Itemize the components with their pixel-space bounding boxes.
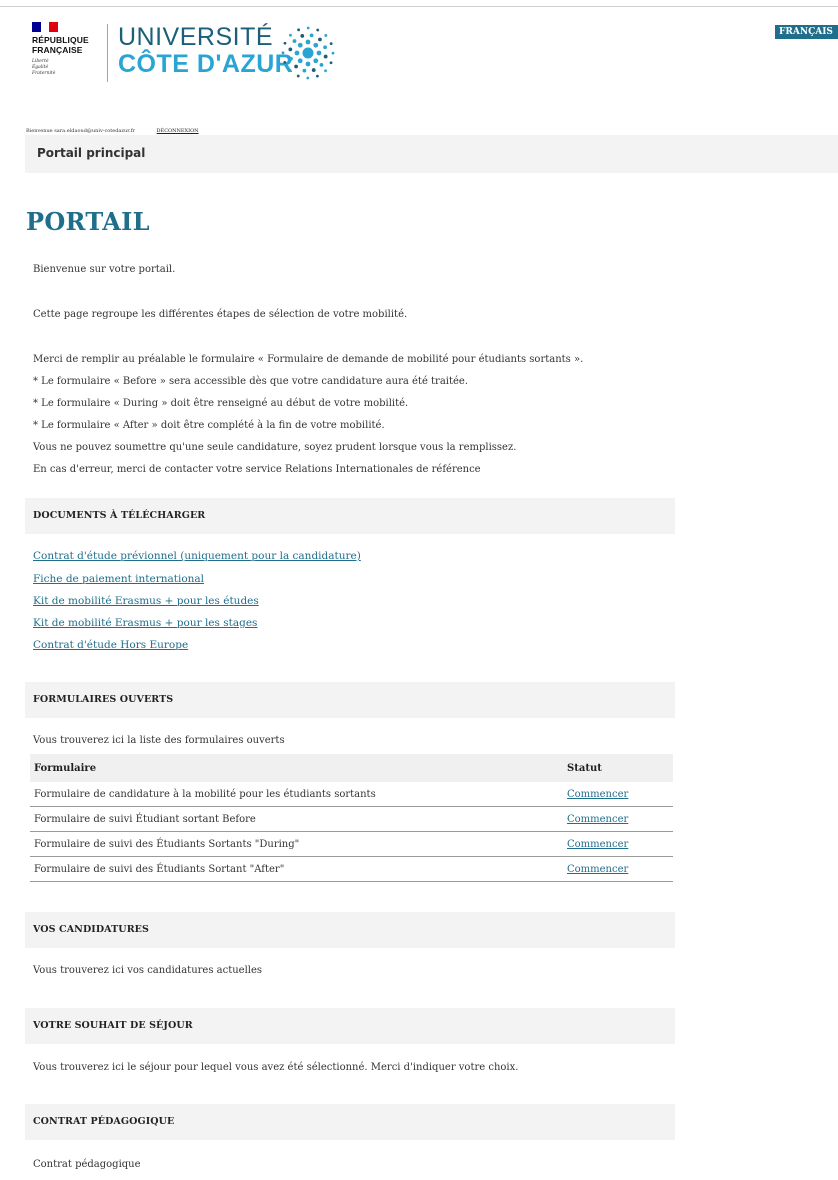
- user-bar: Bienvenue sara.eldaoud@univ-cotedazur.fr…: [26, 128, 199, 134]
- learning-agreement-heading: CONTRAT PÉDAGOGIQUE: [33, 1116, 175, 1127]
- form-name: Formulaire de suivi des Étudiants Sortan…: [30, 831, 563, 857]
- documents-section-header: DOCUMENTS À TÉLÉCHARGER: [25, 498, 675, 534]
- column-header-status: Statut: [563, 754, 673, 782]
- applications-heading: VOS CANDIDATURES: [33, 924, 149, 935]
- intro-description: Cette page regroupe les différentes étap…: [33, 309, 408, 320]
- intro-instruction: Vous ne pouvez soumettre qu'une seule ca…: [33, 442, 517, 453]
- start-form-link[interactable]: Commencer: [567, 839, 628, 850]
- language-selector[interactable]: FRANÇAIS: [775, 25, 838, 39]
- breadcrumb-current[interactable]: Portail principal: [37, 146, 145, 160]
- stay-wish-heading: VOTRE SOUHAIT DE SÉJOUR: [33, 1020, 193, 1031]
- french-flag-icon: [32, 22, 59, 32]
- form-name: Formulaire de suivi Étudiant sortant Bef…: [30, 806, 563, 832]
- dots-emblem-icon: [281, 26, 335, 80]
- document-link-contrat-previsionnel[interactable]: Contrat d'étude prévionnel (uniquement p…: [33, 550, 361, 562]
- table-row: Formulaire de suivi Étudiant sortant Bef…: [30, 806, 673, 832]
- applications-description: Vous trouverez ici vos candidatures actu…: [33, 965, 263, 976]
- stay-wish-description: Vous trouverez ici le séjour pour lequel…: [33, 1062, 519, 1073]
- learning-agreement-section-header: CONTRAT PÉDAGOGIQUE: [25, 1104, 675, 1140]
- intro-welcome: Bienvenue sur votre portail.: [33, 264, 176, 275]
- column-header-form: Formulaire: [30, 754, 563, 782]
- open-forms-table: Formulaire Statut Formulaire de candidat…: [30, 754, 673, 882]
- republique-motto: Liberté Égalité Fraternité: [32, 59, 56, 76]
- stay-wish-section-header: VOTRE SOUHAIT DE SÉJOUR: [25, 1008, 675, 1044]
- republique-francaise-logo: RÉPUBLIQUE FRANÇAISE Liberté Égalité Fra…: [32, 22, 112, 92]
- table-row: Formulaire de suivi des Étudiants Sortan…: [30, 831, 673, 857]
- intro-instruction: * Le formulaire « Before » sera accessib…: [33, 376, 469, 387]
- page-title: PORTAIL: [26, 207, 150, 236]
- open-forms-section-header: FORMULAIRES OUVERTS: [25, 682, 675, 718]
- form-name: Formulaire de suivi des Étudiants Sortan…: [30, 856, 563, 882]
- start-form-link[interactable]: Commencer: [567, 864, 628, 875]
- open-forms-heading: FORMULAIRES OUVERTS: [33, 694, 174, 705]
- document-link-hors-europe[interactable]: Contrat d'étude Hors Europe: [33, 639, 188, 651]
- welcome-user-text: Bienvenue sara.eldaoud@univ-cotedazur.fr: [26, 128, 135, 134]
- table-row: Formulaire de candidature à la mobilité …: [30, 782, 673, 807]
- document-link-kit-stages[interactable]: Kit de mobilité Erasmus + pour les stage…: [33, 617, 257, 629]
- table-row: Formulaire de suivi des Étudiants Sortan…: [30, 856, 673, 882]
- logo-separator: [107, 24, 108, 82]
- open-forms-description: Vous trouverez ici la liste des formulai…: [33, 735, 285, 746]
- applications-section-header: VOS CANDIDATURES: [25, 912, 675, 948]
- republique-line1: RÉPUBLIQUE: [32, 35, 89, 45]
- republique-line2: FRANÇAISE: [32, 45, 83, 55]
- intro-instruction: Merci de remplir au préalable le formula…: [33, 354, 584, 365]
- universite-cote-dazur-logo[interactable]: UNIVERSITÉ CÔTE D'AZUR: [118, 24, 358, 84]
- logout-link[interactable]: DÉCONNEXION: [157, 128, 199, 134]
- start-form-link[interactable]: Commencer: [567, 814, 628, 825]
- document-link-fiche-paiement[interactable]: Fiche de paiement international: [33, 573, 204, 585]
- breadcrumb: Portail principal: [25, 135, 838, 173]
- top-divider: [0, 6, 838, 7]
- document-link-kit-etudes[interactable]: Kit de mobilité Erasmus + pour les étude…: [33, 595, 259, 607]
- intro-instruction: * Le formulaire « During » doit être ren…: [33, 398, 409, 409]
- intro-instruction: En cas d'erreur, merci de contacter votr…: [33, 464, 481, 475]
- learning-agreement-description: Contrat pédagogique: [33, 1159, 141, 1170]
- start-form-link[interactable]: Commencer: [567, 789, 628, 800]
- table-header-row: Formulaire Statut: [30, 754, 673, 782]
- documents-heading: DOCUMENTS À TÉLÉCHARGER: [33, 510, 206, 521]
- form-name: Formulaire de candidature à la mobilité …: [30, 782, 563, 807]
- intro-instruction: * Le formulaire « After » doit être comp…: [33, 420, 385, 431]
